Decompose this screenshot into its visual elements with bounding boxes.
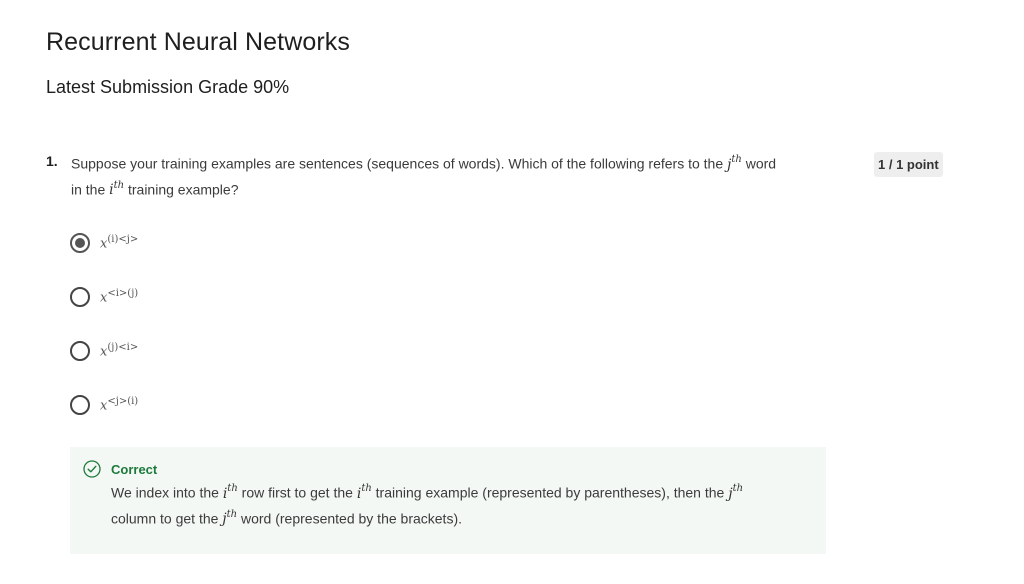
option-label: x(j)<i>	[100, 342, 139, 360]
option-label: x(i)<j>	[100, 234, 139, 252]
math-i-th: ith	[109, 179, 125, 199]
radio-selected-icon[interactable]	[70, 233, 90, 253]
option-label: x<i>(j)	[100, 288, 139, 306]
radio-empty-icon[interactable]	[70, 287, 90, 307]
option-4[interactable]: x<j>(i)	[70, 394, 370, 416]
question-text: Suppose your training examples are sente…	[71, 154, 777, 199]
check-circle-icon	[83, 460, 101, 478]
option-2[interactable]: x<i>(j)	[70, 286, 370, 308]
math-j-th: jth	[727, 154, 742, 173]
points-badge: 1 / 1 point	[874, 152, 943, 177]
feedback-explanation: We index into the ith row first to get t…	[111, 483, 744, 528]
page-title: Recurrent Neural Networks	[46, 28, 350, 56]
radio-empty-icon[interactable]	[70, 395, 90, 415]
radio-empty-icon[interactable]	[70, 341, 90, 361]
feedback-panel: Correct We index into the ith row first …	[70, 447, 826, 554]
option-label: x<j>(i)	[100, 396, 139, 414]
correct-status: Correct	[111, 462, 158, 477]
option-3[interactable]: x(j)<i>	[70, 340, 370, 362]
question-number: 1.	[46, 153, 58, 169]
option-1[interactable]: x(i)<j>	[70, 232, 370, 254]
latest-submission-grade: Latest Submission Grade 90%	[46, 77, 290, 97]
